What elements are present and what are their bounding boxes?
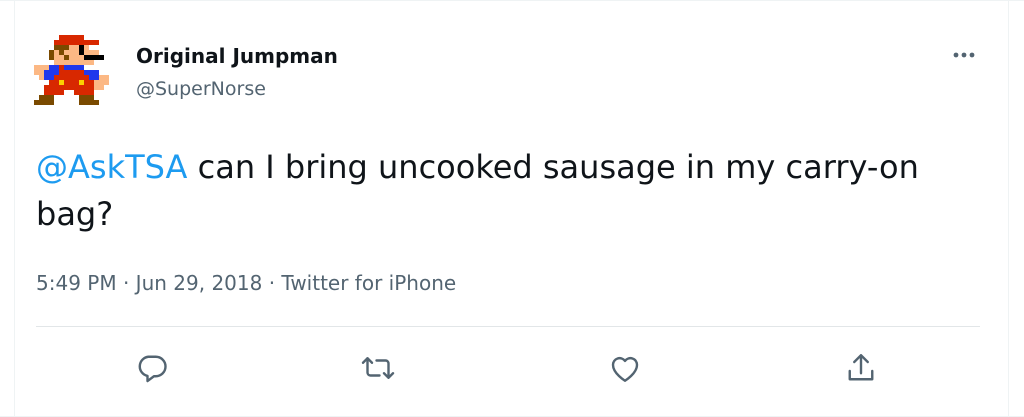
like-button[interactable] [607,350,643,386]
display-name[interactable]: Original Jumpman [136,42,338,70]
tweet-source[interactable]: Twitter for iPhone [281,271,456,295]
heart-icon [611,356,639,382]
more-options-button[interactable] [944,43,984,67]
mention-link[interactable]: @AskTSA [36,148,187,186]
tweet-card[interactable]: Original Jumpman @SuperNorse @AskTSA can… [0,0,1024,417]
avatar[interactable] [34,35,114,115]
reply-button[interactable] [134,350,170,386]
tweet-date[interactable]: Jun 29, 2018 [136,271,263,295]
share-button[interactable] [843,350,879,386]
reply-icon [138,355,167,383]
tweet-text: @AskTSA can I bring uncooked sausage in … [36,144,986,238]
meta-separator: · [116,271,136,295]
more-icon [953,52,975,58]
share-icon [848,354,874,381]
divider [36,326,980,327]
tweet-time[interactable]: 5:49 PM [36,271,117,295]
retweet-icon [361,357,395,379]
user-handle[interactable]: @SuperNorse [136,75,266,103]
pixel-mario-avatar-icon [34,35,109,105]
meta-separator: · [262,271,282,295]
card-border-left [14,1,15,416]
card-border-right [1008,1,1009,416]
retweet-button[interactable] [360,350,396,386]
tweet-metadata: 5:49 PM · Jun 29, 2018 · Twitter for iPh… [36,268,456,298]
